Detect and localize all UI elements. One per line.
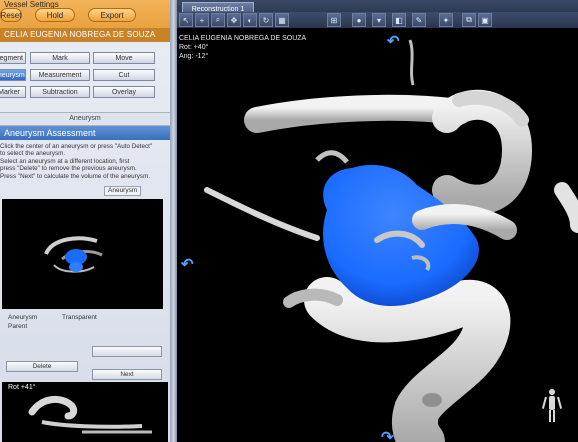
pan-icon[interactable]: ✥: [227, 13, 241, 27]
layout-icon[interactable]: ▦: [275, 13, 289, 27]
rotate-top-icon[interactable]: ↶: [387, 32, 400, 50]
legend-parent: Parent: [8, 323, 28, 330]
instruction-line: Select an aneurysm at a different locati…: [0, 157, 130, 165]
vessel-render: [204, 39, 578, 442]
zoom-icon[interactable]: ⌕: [211, 13, 225, 27]
rotate-icon[interactable]: ↻: [259, 13, 273, 27]
window-icon[interactable]: ◐: [243, 13, 257, 27]
rotate-bottom-icon[interactable]: ↷: [381, 428, 394, 442]
tool-title: Aneurysm Assessment: [0, 126, 170, 140]
patient-name-header: CELIA EUGENIA NOBREGA DE SOUZA: [0, 28, 170, 42]
snapshot-icon[interactable]: ⧉: [462, 13, 476, 27]
lut-icon[interactable]: ▾: [372, 13, 386, 27]
delete-button[interactable]: Delete: [6, 361, 78, 372]
next-button[interactable]: Next: [92, 369, 162, 380]
move-button[interactable]: Move: [93, 52, 155, 64]
thumbnail-render: [44, 236, 103, 273]
patient-overlay: CELIA EUGENIA NOBREGA DE SOUZA Rot: +40°…: [179, 34, 306, 61]
secondary-3d-view[interactable]: Rot +41°: [2, 382, 168, 442]
secondary-render: [28, 396, 152, 434]
rotate-left-icon[interactable]: ↶: [181, 255, 194, 273]
measure-icon[interactable]: ⊞: [327, 13, 341, 27]
hold-button[interactable]: Hold: [35, 8, 75, 22]
legend-transparent: Transparent: [62, 314, 97, 321]
left-panel: Vessel Settings Reset Hold Export CELIA …: [0, 0, 170, 442]
aneurysm-thumbnail-view[interactable]: [2, 199, 163, 309]
overlay-button[interactable]: Overlay: [93, 86, 155, 98]
tab-aneurysm[interactable]: Aneurysm: [104, 186, 142, 196]
overlay-patient-name: CELIA EUGENIA NOBREGA DE SOUZA: [179, 35, 307, 42]
measurement-button[interactable]: Measurement: [30, 69, 90, 81]
tab-strip: Aneurysm: [0, 186, 170, 196]
cut-button[interactable]: Cut: [93, 69, 155, 81]
main-3d-viewport[interactable]: Reconstruction 1 ↖ + ⌕ ✥ ◐ ↻ ▦ ⊞ ● ▾ ◧ ✎…: [177, 0, 578, 442]
marker-button[interactable]: Marker: [0, 86, 26, 98]
legend-aneurysm: Aneurysm: [8, 314, 38, 321]
instruction-line: to select the aneurysm.: [0, 150, 66, 158]
grid-icon[interactable]: ▣: [478, 13, 492, 27]
segment-button[interactable]: Segment: [0, 52, 26, 64]
panel-splitter[interactable]: [170, 0, 177, 442]
subtraction-button[interactable]: Subtraction: [30, 86, 90, 98]
instruction-line: press "Delete" to remove the previous an…: [0, 165, 137, 173]
instruction-line: Click the center of an aneurysm or press…: [0, 143, 153, 150]
angle-readout: Ang: -12°: [179, 53, 209, 60]
instruction-line: Press "Next" to calculate the volume of …: [0, 172, 151, 180]
reset-button[interactable]: Reset: [0, 8, 22, 22]
sphere-icon[interactable]: ●: [352, 13, 366, 27]
rotation-readout: Rot: +40°: [179, 44, 209, 51]
filter-icon[interactable]: ◧: [392, 13, 406, 27]
marker-icon[interactable]: ✎: [412, 13, 426, 27]
viewer-toolbar: ↖ + ⌕ ✥ ◐ ↻ ▦ ⊞ ● ▾ ◧ ✎ ✦ ⧉ ▣: [177, 12, 578, 28]
light-icon[interactable]: ✦: [439, 13, 453, 27]
bottom-rotation-readout: Rot +41°: [8, 384, 36, 391]
export-button[interactable]: Export: [88, 8, 136, 22]
aneurysm-button[interactable]: Aneurysm: [0, 69, 26, 81]
instructions-text: Click the center of an aneurysm or press…: [0, 143, 165, 180]
arrow-icon[interactable]: ↖: [179, 13, 193, 27]
mark-button[interactable]: Mark: [30, 52, 90, 64]
section-header: Aneurysm: [0, 112, 170, 126]
crosshair-icon[interactable]: +: [195, 13, 209, 27]
small-action-button[interactable]: [92, 346, 162, 357]
